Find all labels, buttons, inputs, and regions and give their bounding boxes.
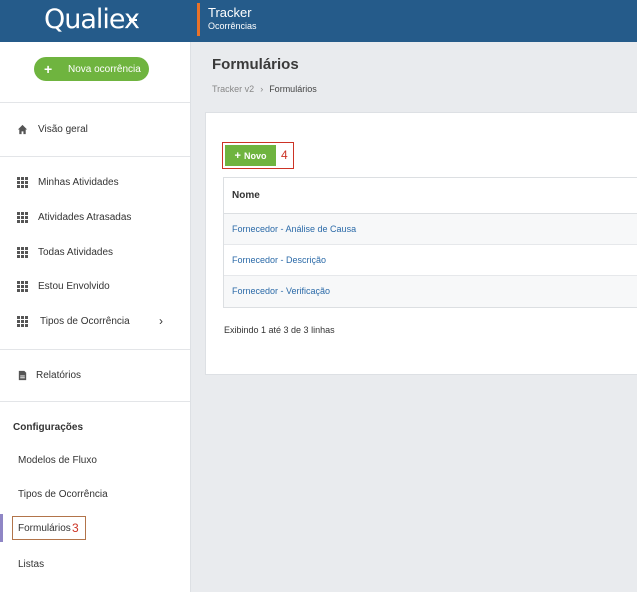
logo[interactable]: Qualiex: [44, 4, 140, 35]
active-item-indicator: [0, 514, 3, 542]
sidebar-item-label: Minhas Atividades: [38, 177, 119, 188]
sidebar-divider: [0, 349, 190, 350]
pagination-info: Exibindo 1 até 3 de 3 linhas: [224, 325, 335, 335]
module-subtitle: Ocorrências: [208, 21, 257, 31]
logo-menu-dash: [129, 19, 137, 21]
plus-icon: +: [44, 61, 53, 77]
module-accent-bar: [197, 3, 200, 36]
grid-icon: [17, 177, 28, 188]
sidebar-item-overview[interactable]: Visão geral: [0, 119, 190, 141]
breadcrumb: Tracker v2 › Formulários: [212, 84, 317, 94]
sidebar-item-label: Visão geral: [38, 124, 88, 135]
new-occurrence-label: Nova ocorrência: [68, 63, 141, 75]
chevron-right-icon: ›: [159, 314, 163, 328]
sidebar-item-all-activities[interactable]: Todas Atividades: [0, 242, 190, 264]
annotation-number: 4: [281, 148, 288, 162]
table-row[interactable]: Fornecedor - Verificação: [224, 276, 637, 307]
new-form-label: Novo: [243, 150, 267, 161]
config-item-lists[interactable]: Listas: [18, 559, 44, 570]
top-bar: Qualiex Tracker Ocorrências: [0, 0, 637, 42]
table-row[interactable]: Fornecedor - Descrição: [224, 245, 637, 276]
config-item-occurrence-types[interactable]: Tipos de Ocorrência: [18, 489, 108, 500]
sidebar-item-label: Estou Envolvido: [38, 281, 110, 292]
sidebar-divider: [0, 401, 190, 402]
grid-icon: [17, 212, 28, 223]
breadcrumb-link[interactable]: Tracker v2: [212, 84, 254, 94]
document-icon: [18, 370, 27, 381]
module-title[interactable]: Tracker: [208, 5, 252, 20]
table-row[interactable]: Fornecedor - Análise de Causa: [224, 214, 637, 245]
sidebar-item-late-activities[interactable]: Atividades Atrasadas: [0, 207, 190, 229]
plus-icon: +: [234, 149, 241, 162]
config-item-forms[interactable]: Formulários: [18, 523, 71, 534]
home-icon: [17, 124, 28, 135]
page-title: Formulários: [212, 56, 299, 73]
sidebar-item-label: Todas Atividades: [38, 247, 114, 258]
column-header-name[interactable]: Nome: [224, 178, 637, 214]
sidebar-item-occurrence-types[interactable]: Tipos de Ocorrência ›: [0, 311, 190, 333]
sidebar-item-reports[interactable]: Relatórios: [0, 365, 190, 387]
grid-icon: [17, 316, 28, 327]
grid-icon: [17, 281, 28, 292]
sidebar-item-label: Atividades Atrasadas: [38, 212, 132, 223]
grid-icon: [17, 247, 28, 258]
sidebar-item-my-activities[interactable]: Minhas Atividades: [0, 172, 190, 194]
sidebar-item-label: Relatórios: [36, 370, 82, 381]
sidebar: + Nova ocorrência Visão geral Minhas Ati…: [0, 42, 191, 592]
breadcrumb-current: Formulários: [269, 84, 317, 94]
config-section-title: Configurações: [13, 422, 84, 433]
annotation-number: 3: [72, 521, 79, 535]
sidebar-item-involved[interactable]: Estou Envolvido: [0, 276, 190, 298]
sidebar-item-label: Tipos de Ocorrência: [40, 316, 130, 327]
config-item-flow-models[interactable]: Modelos de Fluxo: [18, 455, 97, 466]
new-occurrence-button[interactable]: + Nova ocorrência: [34, 57, 149, 81]
sidebar-divider: [0, 156, 190, 157]
forms-table: Nome Fornecedor - Análise de Causa Forne…: [223, 177, 637, 308]
breadcrumb-separator-icon: ›: [260, 84, 264, 94]
new-form-button[interactable]: + Novo: [225, 145, 276, 166]
sidebar-divider: [0, 102, 190, 103]
